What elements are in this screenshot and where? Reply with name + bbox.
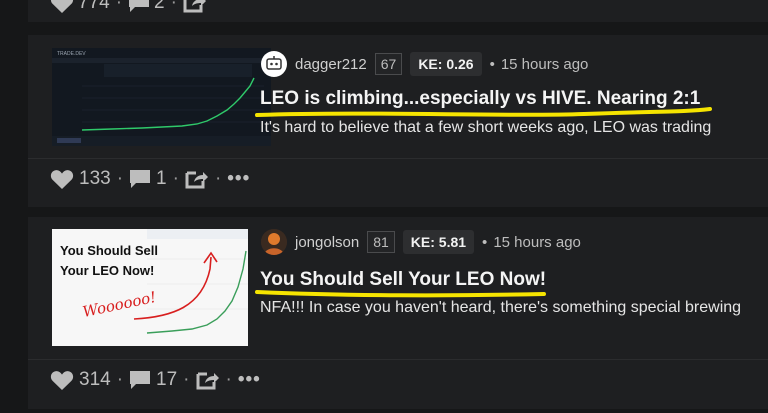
post-thumbnail[interactable]: TRADE.DEV [52,48,271,146]
comments-button[interactable]: 2 [128,0,165,14]
vote-count: 774 [78,0,110,13]
comments-button[interactable]: 1 [129,168,167,190]
vote-button[interactable]: 133 [50,168,111,190]
heart-icon [50,0,74,13]
person-avatar-icon [261,229,287,255]
share-icon [183,0,206,13]
promo-thumbnail-image: You Should Sell Your LEO Now! Woooooo! [52,229,248,346]
share-icon [196,372,219,390]
separator-dot: · [116,369,124,390]
highlight-underline [255,290,546,298]
separator-dot: · [225,369,232,390]
thumbnail-line-2: Your LEO Now! [60,263,154,278]
post-card-partial: 774 · 2 · [28,0,768,22]
comment-icon [130,170,151,188]
divider [28,359,768,360]
highlight-underline [255,107,712,117]
post-actions: 314 · 17 · · ••• [50,369,261,391]
post-time: 15 hours ago [500,55,589,73]
more-button[interactable]: ••• [227,168,250,190]
ke-badge: KE: 0.26 [410,52,482,76]
thumbnail-brand: TRADE.DEV [57,51,86,57]
post-meta: jongolson 81 KE: 5.81 • 15 hours ago [261,229,581,255]
vote-count: 133 [79,168,111,189]
share-button[interactable] [185,169,209,189]
author-name[interactable]: dagger212 [295,56,367,73]
author-name[interactable]: jongolson [295,234,359,251]
comment-count: 17 [156,369,178,390]
post-actions: 774 · 2 · [50,0,207,14]
author-avatar[interactable] [261,229,287,255]
more-icon: ••• [227,168,251,189]
heart-icon [50,169,74,189]
vote-count: 314 [79,369,111,390]
separator-dot: · [183,369,190,390]
separator-dot: · [214,168,222,189]
separator-dot: · [116,168,124,189]
reputation-badge: 81 [367,231,395,253]
reputation-badge: 67 [374,53,403,75]
post-card: TRADE.DEV dagger212 67 KE: 0.26 • 15 hou… [28,35,768,207]
heart-icon [50,370,74,390]
separator-dot: • [489,55,495,73]
vote-button[interactable]: 774 [50,0,110,14]
share-button[interactable] [183,0,207,13]
post-time: 15 hours ago [493,233,581,251]
comment-icon [129,0,150,12]
post-card: You Should Sell Your LEO Now! Woooooo! j… [28,217,768,409]
divider [28,158,768,159]
author-avatar[interactable] [261,51,287,77]
separator-dot: • [482,233,488,251]
robot-icon [266,56,282,70]
separator-dot: · [170,0,177,13]
post-excerpt[interactable]: It's hard to believe that a few short we… [260,119,711,137]
comment-count: 1 [156,168,167,189]
more-icon: ••• [237,369,261,390]
comments-button[interactable]: 17 [129,369,177,391]
ke-badge: KE: 5.81 [402,230,475,254]
comment-count: 2 [154,0,165,13]
more-button[interactable]: ••• [238,369,261,391]
separator-dot: · [172,168,179,189]
thumbnail-line-1: You Should Sell [60,243,158,258]
share-button[interactable] [196,370,220,390]
post-excerpt[interactable]: NFA!!! In case you haven't heard, there'… [260,299,741,317]
comment-icon [130,371,151,389]
vote-button[interactable]: 314 [50,369,111,391]
chart-thumbnail-image: TRADE.DEV [52,48,271,146]
post-meta: dagger212 67 KE: 0.26 • 15 hours ago [261,51,588,77]
share-icon [185,171,208,189]
post-thumbnail[interactable]: You Should Sell Your LEO Now! Woooooo! [52,229,248,346]
separator-dot: · [115,0,123,13]
post-actions: 133 · 1 · · ••• [50,168,250,190]
